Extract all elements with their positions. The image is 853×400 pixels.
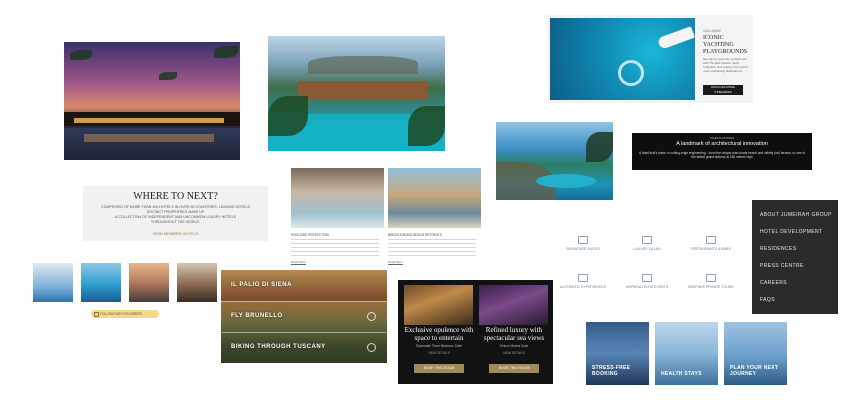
thumb-santorini[interactable] <box>33 263 73 302</box>
menu-careers[interactable]: CAREERS <box>760 280 787 286</box>
architecture-banner: ATHENS RIVIERA A landmark of architectur… <box>632 133 812 170</box>
poolside-read-more[interactable]: Read More <box>291 260 306 264</box>
music-icon <box>706 274 716 282</box>
feature-restaurants-bars[interactable]: RESTAURANTS & BARS <box>676 236 746 251</box>
book-marina-suite-button[interactable]: BOOK THIS ROOM <box>489 364 539 373</box>
discover-itineraries-button[interactable]: DISCOVER MORE ITINERARIES <box>703 85 743 95</box>
menu-about[interactable]: ABOUT JUMEIRAH GROUP <box>760 212 832 218</box>
instagram-icon <box>94 312 99 317</box>
feature-signature-suites[interactable]: SIGNATURE SUITES <box>548 236 618 251</box>
resort-pool-photo <box>268 36 445 151</box>
tuscany-experiences-panel: IL PALIO DI SIENA FLY BRUNELLO BIKING TH… <box>221 270 387 363</box>
bed-icon <box>578 236 588 244</box>
cliff-resort-photo <box>496 122 613 200</box>
menu-faqs[interactable]: FAQS <box>760 297 775 303</box>
where-to-next-card: WHERE TO NEXT? COMPRISED OF MORE THAN 49… <box>83 186 268 241</box>
thumb-sunset-coast[interactable] <box>129 263 169 302</box>
where-line-3: A COLLECTION OF INDEPENDENT AND UNCOMMON… <box>114 215 236 219</box>
menu-hotel-development[interactable]: HOTEL DEVELOPMENT <box>760 229 822 235</box>
left-suite-title: Exclusive opulence with space to enterta… <box>404 326 474 342</box>
features-grid: SIGNATURE SUITES LUXURY VILLAS RESTAURAN… <box>548 228 746 304</box>
right-suite-sub: Deluxe Marina Suite <box>499 344 529 348</box>
left-view-details-link[interactable]: VIEW DETAILS <box>404 351 474 355</box>
yachting-title: ICONIC YACHTING PLAYGROUNDS <box>703 35 748 55</box>
where-line-1: COMPRISED OF MORE THAN 490 HOTELS IN OVE… <box>101 205 250 209</box>
jumeirah-footer-menu: ABOUT JUMEIRAH GROUP HOTEL DEVELOPMENT R… <box>752 200 838 314</box>
menu-residences[interactable]: RESIDENCES <box>760 246 797 252</box>
tuscany-fly-brunello[interactable]: FLY BRUNELLO <box>231 313 283 319</box>
suites-panel: Exclusive opulence with space to enterta… <box>398 280 553 384</box>
where-line-4: THROUGHOUT THE WORLD. <box>150 220 201 224</box>
villas-card: POOLSIDE PERFECTION BREATHTAKING BEACH R… <box>291 168 481 268</box>
yachting-body: Set sail on a journey of discovery with … <box>703 57 748 73</box>
feature-unparalleled-events[interactable]: UNPARALLELED EVENTS <box>612 274 682 289</box>
tuscany-biking[interactable]: BIKING THROUGH TUSCANY <box>231 344 326 350</box>
right-view-details-link[interactable]: VIEW DETAILS <box>479 351 549 355</box>
poolside-villa-photo <box>291 168 384 228</box>
beach-read-more[interactable]: Read More <box>388 260 403 264</box>
where-line-2: DISTINCT PROPERTIES MAKE UP <box>146 210 205 214</box>
architecture-eyebrow: ATHENS RIVIERA <box>709 136 735 140</box>
tuscany-palio[interactable]: IL PALIO DI SIENA <box>231 282 292 288</box>
tile-health-stays[interactable]: HEALTH STAYS <box>655 322 718 385</box>
follow-explorers-pill[interactable]: FOLLOW OUR EXPLORERS <box>91 310 159 318</box>
diplomatic-suite-photo <box>404 285 473 325</box>
villa-dusk-photo <box>64 42 240 160</box>
where-to-next-title: WHERE TO NEXT? <box>133 191 218 202</box>
arrow-right-icon[interactable] <box>367 343 376 352</box>
marina-suite-photo <box>479 285 548 325</box>
cutlery-icon <box>706 236 716 244</box>
right-suite-title: Refined luxury with spectacular sea view… <box>483 326 545 342</box>
eye-icon <box>578 274 588 282</box>
tile-plan-next-journey[interactable]: PLAN YOUR NEXT JOURNEY <box>724 322 787 385</box>
yachting-eyebrow: SAIL AWAY <box>703 29 722 33</box>
beach-title: BREATHTAKING BEACH RETREATS <box>388 233 442 237</box>
view-member-hotels-link[interactable]: VIEW MEMBER HOTELS <box>83 231 268 236</box>
thumb-room-interior[interactable] <box>177 263 217 302</box>
beach-retreat-photo <box>388 168 481 228</box>
thumb-infinity-pool[interactable] <box>81 263 121 302</box>
feature-private-tours[interactable]: BESPOKE PRIVATE TOURS <box>676 274 746 289</box>
diamond-icon <box>642 236 652 244</box>
architecture-body: A hotel that's home to cutting-edge engi… <box>639 151 805 160</box>
feature-luxury-villas[interactable]: LUXURY VILLAS <box>612 236 682 251</box>
feature-authentic-experiences[interactable]: AUTHENTIC EXPERIENCES <box>548 274 618 289</box>
poolside-title: POOLSIDE PERFECTION <box>291 233 329 237</box>
left-suite-sub: Diplomatic Three Bedroom Suite <box>415 344 462 348</box>
arrow-right-icon[interactable] <box>367 312 376 321</box>
tile-stress-free-booking[interactable]: STRESS-FREE BOOKING <box>586 322 649 385</box>
architecture-title: A landmark of architectural innovation <box>676 141 768 147</box>
menu-press-centre[interactable]: PRESS CENTRE <box>760 263 804 269</box>
building-icon <box>642 274 652 282</box>
yacht-ocean-photo <box>550 18 695 100</box>
book-diplomatic-suite-button[interactable]: BOOK THIS ROOM <box>414 364 464 373</box>
yachting-card: SAIL AWAY ICONIC YACHTING PLAYGROUNDS Se… <box>547 15 753 103</box>
